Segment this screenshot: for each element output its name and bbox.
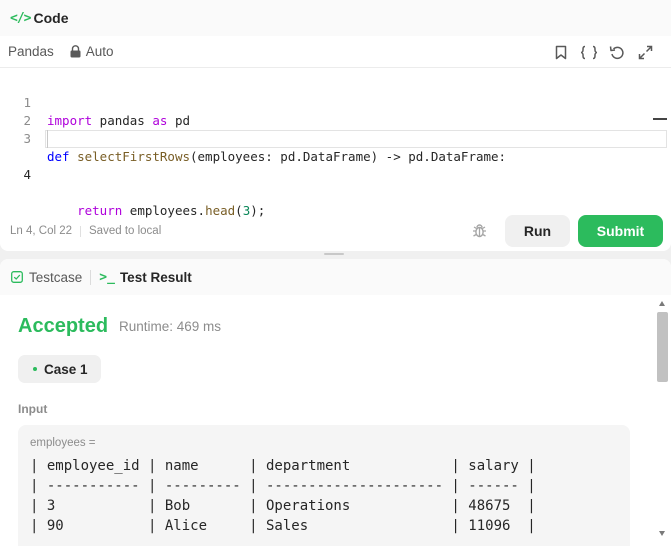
verdict-status: Accepted xyxy=(18,315,109,337)
code-panel-title: Code xyxy=(33,10,69,26)
save-status: Saved to local xyxy=(89,225,162,237)
code-panel-header: </> Code xyxy=(0,0,671,36)
editor-toolbar: Pandas Auto xyxy=(0,36,671,68)
result-scrollbar[interactable] xyxy=(654,295,671,546)
cursor-position: Ln 4, Col 22 xyxy=(10,225,73,237)
code-line: 3 def selectFirstRows(employees: pd.Data… xyxy=(0,112,671,164)
checkbox-icon xyxy=(11,271,23,283)
code-line: 2 xyxy=(0,94,671,128)
scroll-down-arrow[interactable] xyxy=(659,531,665,536)
submit-button[interactable]: Submit xyxy=(578,215,663,247)
input-box: employees = | employee_id | name | depar… xyxy=(18,425,630,546)
debug-icon[interactable] xyxy=(471,222,488,244)
table-line: | employee_id | name | department | sala… xyxy=(30,458,536,474)
terminal-icon: >_ xyxy=(99,269,115,285)
editor-scroll-marker xyxy=(653,118,667,120)
tab-test-result-label: Test Result xyxy=(119,269,192,285)
table-line: | 90 | Alice | Sales | 11096 | xyxy=(30,518,536,534)
scrollbar-thumb[interactable] xyxy=(657,312,668,382)
expand-icon[interactable] xyxy=(631,40,659,64)
code-icon: </> xyxy=(10,10,32,26)
result-tabs: Testcase >_ Test Result xyxy=(0,259,671,295)
current-line-highlight xyxy=(45,130,667,148)
tab-testcase-label: Testcase xyxy=(29,269,83,285)
code-text: def selectFirstRows(employees: pd.DataFr… xyxy=(47,149,507,164)
editor-status: Ln 4, Col 22 Saved to local xyxy=(10,225,161,237)
indent-guide xyxy=(47,130,48,148)
scroll-up-arrow[interactable] xyxy=(659,301,665,306)
tab-testcase[interactable]: Testcase xyxy=(11,270,82,285)
tab-test-result[interactable]: >_ Test Result xyxy=(99,270,191,285)
table-line: | ----------- | --------- | ------------… xyxy=(30,478,536,494)
status-divider xyxy=(80,225,82,237)
language-selector[interactable]: Pandas xyxy=(8,44,54,59)
case-tab-1[interactable]: Case 1 xyxy=(18,355,101,383)
panel-resize-handle[interactable] xyxy=(324,253,344,255)
reset-icon[interactable] xyxy=(603,40,631,64)
code-text: return employees.head(3); xyxy=(77,203,266,218)
code-line-current: 4 return employees.head(3); xyxy=(0,130,671,218)
code-editor[interactable]: 1 import pandas as pd 2 3 def selectFirs… xyxy=(0,76,671,218)
runtime-text: Runtime: 469 ms xyxy=(119,319,222,334)
auto-mode-label: Auto xyxy=(85,44,114,59)
result-panel: Testcase >_ Test Result Accepted Runtime… xyxy=(0,259,671,546)
input-label: Input xyxy=(18,402,48,416)
table-line: | 3 | Bob | Operations | 48675 | xyxy=(30,498,536,514)
braces-icon[interactable] xyxy=(575,40,603,64)
lock-icon xyxy=(70,45,81,58)
tab-divider xyxy=(90,269,92,285)
code-panel: </> Code Pandas Auto 1 import pandas as … xyxy=(0,0,671,251)
case-label: Case 1 xyxy=(44,361,88,377)
case-status-dot xyxy=(33,367,37,371)
input-variable-name: employees = xyxy=(30,437,96,449)
code-line: 1 import pandas as pd xyxy=(0,76,671,128)
run-button[interactable]: Run xyxy=(505,215,570,247)
bookmark-icon[interactable] xyxy=(547,40,575,64)
auto-mode-toggle[interactable]: Auto xyxy=(70,44,114,59)
line-number: 4 xyxy=(23,167,31,182)
